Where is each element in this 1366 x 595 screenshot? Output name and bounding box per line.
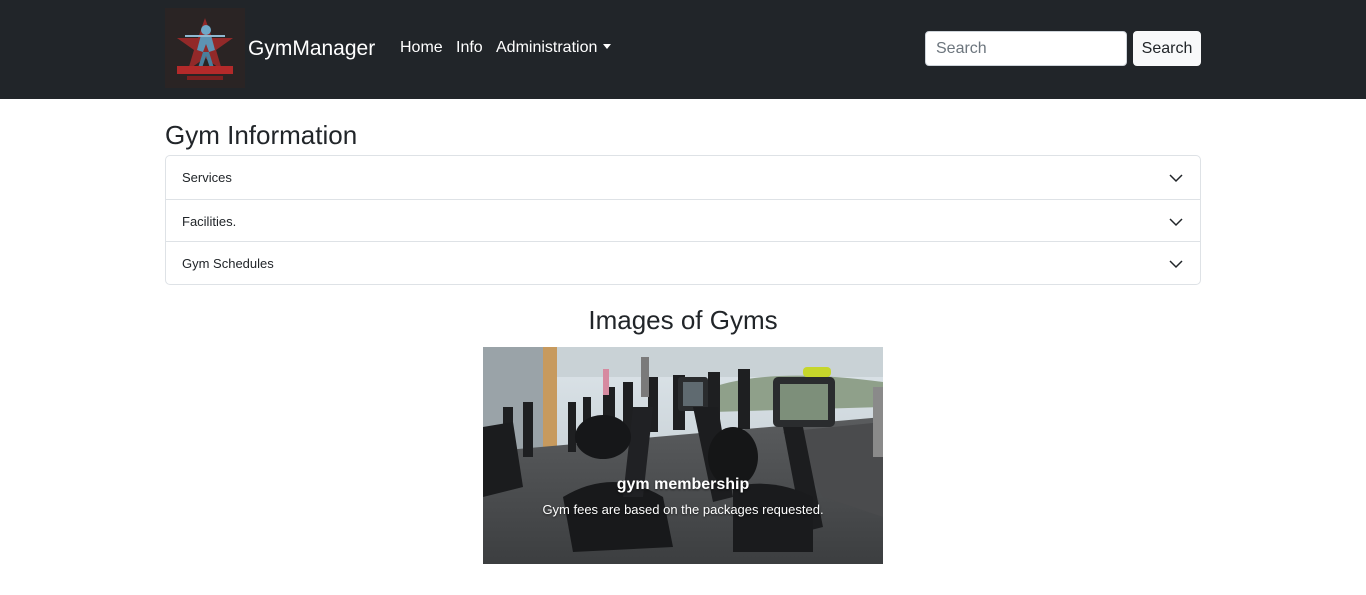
- chevron-down-icon: [1169, 260, 1183, 269]
- search-button[interactable]: Search: [1133, 31, 1201, 66]
- gym-info-accordion: Services Facilities. Gym Schedules: [165, 155, 1201, 285]
- search-input[interactable]: [925, 31, 1127, 66]
- gym-images-carousel[interactable]: gym membership Gym fees are based on the…: [483, 347, 883, 564]
- accordion-item-label: Facilities.: [182, 213, 237, 229]
- carousel-caption: gym membership Gym fees are based on the…: [483, 475, 883, 518]
- page-title: Gym Information: [165, 120, 358, 150]
- caption-title: gym membership: [616, 476, 750, 493]
- caret-down-icon: [603, 44, 612, 49]
- navbar-container: GymManager Home Info Administration Sear…: [165, 0, 1201, 99]
- nav-link-info[interactable]: Info: [456, 38, 483, 58]
- images-section-title: Images of Gyms: [588, 305, 778, 335]
- brand-name[interactable]: GymManager: [248, 36, 375, 62]
- gym-photo: [483, 347, 883, 564]
- fitness-logo-icon: [165, 8, 245, 88]
- nav-dropdown-administration-label: Administration: [496, 39, 598, 56]
- chevron-down-icon: [1169, 217, 1183, 226]
- accordion-item-facilities[interactable]: Facilities.: [166, 198, 1200, 242]
- accordion-item-label: Services: [182, 170, 232, 185]
- top-navbar: GymManager Home Info Administration Sear…: [0, 0, 1366, 99]
- chevron-down-icon: [1169, 174, 1183, 183]
- accordion-item-services[interactable]: Services: [166, 156, 1200, 199]
- nav-link-home[interactable]: Home: [400, 38, 443, 58]
- caption-text: Gym fees are based on the packages reque…: [542, 502, 824, 517]
- gym-logo[interactable]: [165, 8, 245, 88]
- accordion-item-label: Gym Schedules: [182, 256, 274, 271]
- accordion-item-gym-schedules[interactable]: Gym Schedules: [166, 241, 1200, 284]
- nav-dropdown-administration[interactable]: Administration: [496, 38, 612, 58]
